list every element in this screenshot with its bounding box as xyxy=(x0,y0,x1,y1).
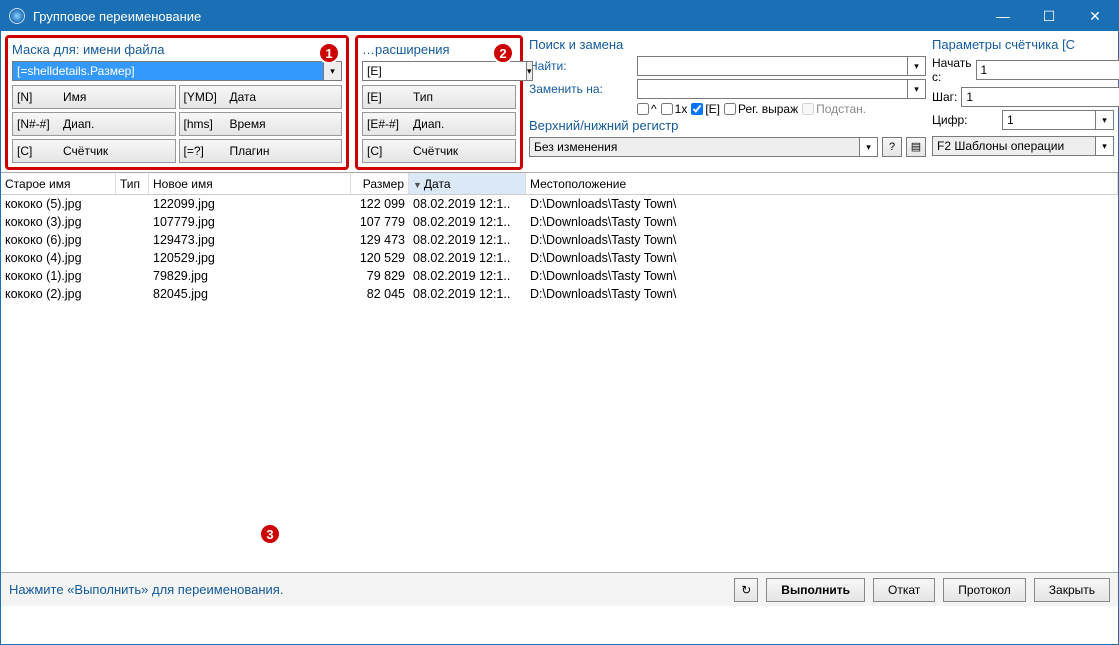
titlebar: Групповое переименование — ☐ ✕ xyxy=(1,1,1118,31)
replace-label: Заменить на: xyxy=(529,82,637,96)
counter-group: Параметры счётчика [C Начать с: Шаг: Циф… xyxy=(932,35,1114,156)
sort-arrow-icon: ▼ xyxy=(413,180,422,190)
minimize-button[interactable]: — xyxy=(980,1,1026,31)
chk-E[interactable]: [E] xyxy=(691,102,720,116)
list-header: Старое имя Тип Новое имя Размер ▼Дата Ме… xyxy=(1,173,1118,195)
app-icon xyxy=(9,8,25,24)
ext-mask-dropdown[interactable]: ▾ xyxy=(527,61,533,81)
find-replace-group: Поиск и замена Найти: ▾ Заменить на: ▾ ^… xyxy=(529,35,926,157)
counter-digits-dropdown[interactable]: ▾ xyxy=(1096,110,1114,130)
col-type[interactable]: Тип xyxy=(116,173,149,194)
case-dropdown[interactable]: ▾ xyxy=(860,137,878,157)
find-input[interactable] xyxy=(637,56,908,76)
chk-caret[interactable]: ^ xyxy=(637,102,657,116)
table-row[interactable]: кококо (2).jpg82045.jpg82 04508.02.2019 … xyxy=(1,285,1118,303)
table-row[interactable]: кококо (6).jpg129473.jpg129 47308.02.201… xyxy=(1,231,1118,249)
counter-digits-select[interactable]: 1 xyxy=(1002,110,1096,130)
table-row[interactable]: кококо (4).jpg120529.jpg120 52908.02.201… xyxy=(1,249,1118,267)
name-mask-btn[interactable]: [hms]Время xyxy=(179,112,343,136)
name-mask-btn[interactable]: [C]Счётчик xyxy=(12,139,176,163)
file-list: Старое имя Тип Новое имя Размер ▼Дата Ме… xyxy=(1,172,1118,572)
ext-mask-btn[interactable]: [E]Тип xyxy=(362,85,516,109)
replace-history-dropdown[interactable]: ▾ xyxy=(908,79,926,99)
help-button[interactable]: ? xyxy=(882,137,902,157)
col-size[interactable]: Размер xyxy=(351,173,409,194)
find-history-dropdown[interactable]: ▾ xyxy=(908,56,926,76)
ext-mask-btn[interactable]: [C]Счётчик xyxy=(362,139,516,163)
template-select[interactable]: F2 Шаблоны операции xyxy=(932,136,1096,156)
case-header: Верхний/нижний регистр xyxy=(529,118,926,133)
refresh-button[interactable]: ↻ xyxy=(734,578,758,602)
annotation-badge-2: 2 xyxy=(492,42,514,64)
counter-start-label: Начать с: xyxy=(932,56,972,84)
window-title: Групповое переименование xyxy=(33,9,980,24)
col-date[interactable]: ▼Дата xyxy=(409,173,526,194)
counter-digits-label: Цифр: xyxy=(932,113,998,127)
name-mask-btn[interactable]: [N]Имя xyxy=(12,85,176,109)
footer-hint: Нажмите «Выполнить» для переименования. xyxy=(9,582,726,597)
edit-button[interactable]: ▤ xyxy=(906,137,926,157)
protocol-button[interactable]: Протокол xyxy=(943,578,1026,602)
maximize-button[interactable]: ☐ xyxy=(1026,1,1072,31)
table-row[interactable]: кококо (5).jpg122099.jpg122 09908.02.201… xyxy=(1,195,1118,213)
ext-mask-group: 2 …расширения ▾ [E]Тип[E#-#]Диап.[C]Счёт… xyxy=(355,35,523,170)
replace-input[interactable] xyxy=(637,79,908,99)
annotation-badge-3: 3 xyxy=(259,523,281,545)
name-mask-btn[interactable]: [YMD]Дата xyxy=(179,85,343,109)
counter-step-label: Шаг: xyxy=(932,90,957,104)
annotation-badge-1: 1 xyxy=(318,42,340,64)
undo-button[interactable]: Откат xyxy=(873,578,935,602)
template-dropdown[interactable]: ▾ xyxy=(1096,136,1114,156)
col-old-name[interactable]: Старое имя xyxy=(1,173,116,194)
name-mask-dropdown[interactable]: ▾ xyxy=(324,61,342,81)
table-row[interactable]: кококо (3).jpg107779.jpg107 77908.02.201… xyxy=(1,213,1118,231)
name-mask-btn[interactable]: [N#-#]Диап. xyxy=(12,112,176,136)
close-button-footer[interactable]: Закрыть xyxy=(1034,578,1110,602)
footer: Нажмите «Выполнить» для переименования. … xyxy=(1,572,1118,606)
name-mask-group: 1 Маска для: имени файла ▾ [N]Имя[YMD]Да… xyxy=(5,35,349,170)
execute-button[interactable]: Выполнить xyxy=(766,578,865,602)
counter-header: Параметры счётчика [C xyxy=(932,37,1114,52)
counter-start-input[interactable] xyxy=(976,60,1119,80)
find-label: Найти: xyxy=(529,59,637,73)
counter-step-input[interactable] xyxy=(961,87,1119,107)
chk-1x[interactable]: 1x xyxy=(661,102,688,116)
find-replace-header: Поиск и замена xyxy=(529,37,926,52)
name-mask-btn[interactable]: [=?]Плагин xyxy=(179,139,343,163)
name-mask-header: Маска для: имени файла xyxy=(12,42,342,57)
close-button[interactable]: ✕ xyxy=(1072,1,1118,31)
case-select[interactable]: Без изменения xyxy=(529,137,860,157)
chk-subst: Подстан. xyxy=(802,102,866,116)
ext-mask-input[interactable] xyxy=(362,61,527,81)
col-location[interactable]: Местоположение xyxy=(526,173,1118,194)
name-mask-input[interactable] xyxy=(12,61,324,81)
table-row[interactable]: кококо (1).jpg79829.jpg79 82908.02.2019 … xyxy=(1,267,1118,285)
ext-mask-btn[interactable]: [E#-#]Диап. xyxy=(362,112,516,136)
chk-regex[interactable]: Рег. выраж xyxy=(724,102,798,116)
col-new-name[interactable]: Новое имя xyxy=(149,173,351,194)
